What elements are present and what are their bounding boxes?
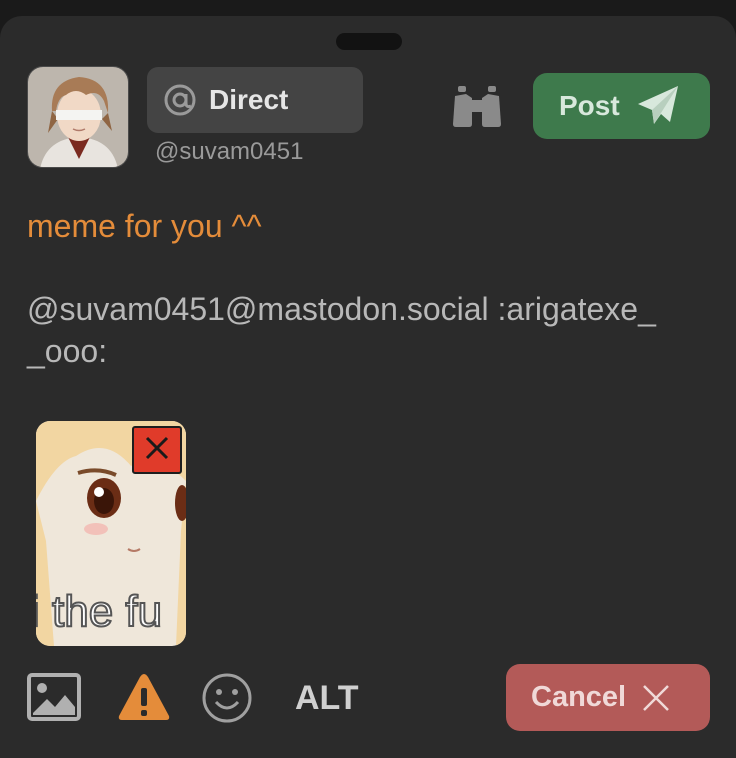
at-icon [161,81,199,119]
cancel-button[interactable]: Cancel [506,664,710,731]
compose-sheet: Direct @suvam0451 Post meme for you ^^ @… [0,16,736,758]
attachment-caption: i the fu [36,587,162,636]
visibility-label: Direct [209,84,289,115]
post-text-mention-line: @suvam0451@mastodon.social :arigatexe_ _… [27,291,656,369]
binoculars-icon[interactable] [452,84,502,128]
drag-handle[interactable] [336,33,402,50]
warning-icon[interactable] [118,672,170,722]
paper-plane-icon [636,84,680,128]
close-icon [640,682,672,714]
alt-text-button[interactable]: ALT [295,679,359,718]
post-text-mention[interactable]: @suvam0451@mastodon.social :arigatexe_ _… [27,288,707,372]
emoji-icon[interactable] [201,672,253,724]
post-button[interactable]: Post [533,73,710,139]
remove-attachment-button[interactable] [132,426,182,474]
close-icon [144,435,170,466]
visibility-button[interactable]: Direct [147,67,363,133]
avatar [27,66,129,168]
cancel-label: Cancel [531,681,627,713]
account-handle: @suvam0451 [155,138,304,165]
post-label: Post [559,90,620,121]
post-text-line[interactable]: meme for you ^^ [27,208,262,245]
image-icon[interactable] [27,673,81,721]
